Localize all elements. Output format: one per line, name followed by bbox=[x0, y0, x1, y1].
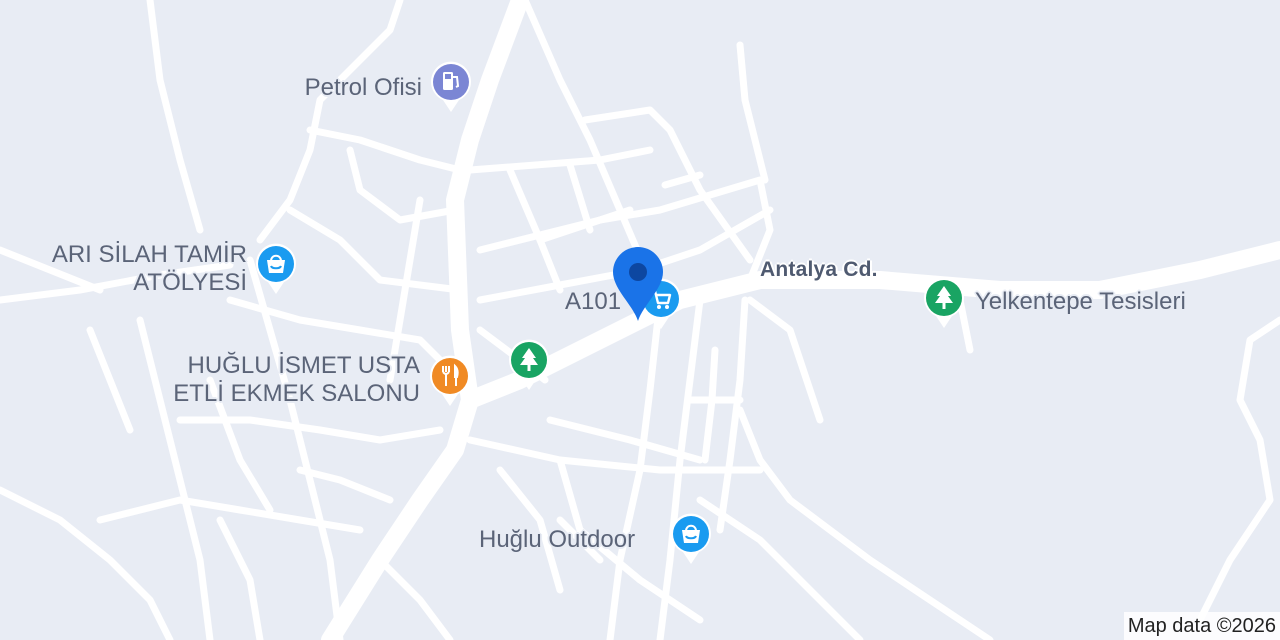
tree-icon[interactable] bbox=[505, 336, 553, 392]
poi-label: Petrol Ofisi bbox=[304, 74, 422, 101]
gas-station-icon[interactable] bbox=[427, 58, 475, 114]
map-attribution[interactable]: Map data ©2026 bbox=[1123, 612, 1280, 640]
poi-label: Huğlu Outdoor bbox=[479, 526, 636, 553]
shopping-bag-icon[interactable] bbox=[252, 240, 300, 296]
road-label-antalya-cd: Antalya Cd. bbox=[760, 258, 878, 281]
poi-label: Yelkentepe Tesisleri bbox=[975, 288, 1186, 315]
shopping-bag-icon[interactable] bbox=[667, 510, 715, 566]
tree-icon[interactable] bbox=[920, 274, 968, 330]
poi-label-line2: ETLİ EKMEK SALONU bbox=[173, 380, 420, 407]
location-pin-icon[interactable] bbox=[611, 245, 665, 323]
poi-label-line1: HUĞLU İSMET USTA bbox=[187, 352, 420, 379]
poi-label-line2: ATÖLYESİ bbox=[133, 269, 247, 296]
poi-label-line1: ARI SİLAH TAMİR bbox=[51, 241, 247, 268]
restaurant-icon[interactable] bbox=[426, 352, 474, 408]
